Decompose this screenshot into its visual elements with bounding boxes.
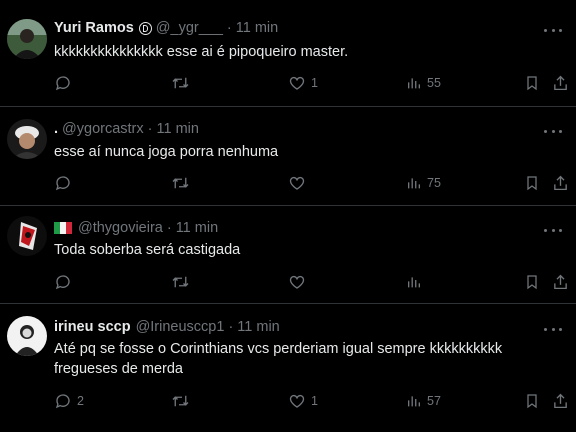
share-icon [554, 75, 567, 91]
reply-button[interactable]: 2 [54, 392, 84, 410]
tweet-actions: 75 [0, 174, 576, 194]
avatar[interactable] [7, 19, 47, 59]
share-button[interactable] [552, 392, 569, 410]
author-handle[interactable]: @thygovieira [78, 220, 163, 236]
tweet[interactable]: irineu sccp @Irineusccp1 · 11 min Até pq… [0, 304, 576, 432]
tweet-actions [0, 273, 576, 293]
avatar[interactable] [7, 316, 47, 356]
tweet-actions: 1 55 [0, 74, 576, 94]
bookmark-icon [527, 76, 537, 91]
retweet-icon [172, 77, 189, 89]
timestamp[interactable]: 11 min [237, 319, 279, 335]
italy-flag-icon [54, 222, 72, 234]
bookmark-button[interactable] [524, 273, 540, 291]
bookmark-icon [527, 176, 537, 191]
tweet-actions: 2 1 57 [0, 392, 576, 412]
author-name[interactable]: . [54, 121, 58, 137]
reply-button[interactable] [54, 273, 77, 291]
like-count: 1 [311, 394, 318, 408]
timestamp[interactable]: 11 min [156, 121, 198, 137]
tweet[interactable]: . @ygorcastrx · 11 min esse aí nunca jog… [0, 107, 576, 206]
retweet-icon [172, 177, 189, 189]
like-button[interactable]: 1 [288, 392, 318, 410]
verified-icon [138, 21, 152, 35]
author-handle[interactable]: @ygorcastrx [62, 121, 144, 137]
share-icon [554, 393, 567, 409]
views-button[interactable] [406, 273, 427, 291]
heart-icon [289, 176, 305, 190]
share-icon [554, 274, 567, 290]
like-button[interactable] [288, 273, 311, 291]
views-button[interactable]: 55 [406, 74, 441, 92]
retweet-icon [172, 395, 189, 407]
reply-icon [55, 275, 70, 290]
more-options-icon[interactable] [544, 24, 562, 36]
views-count: 75 [427, 176, 441, 190]
tweet[interactable]: Yuri Ramos @_ygr___ · 11 min kkkkkkkkkkk… [0, 0, 576, 107]
views-icon [408, 178, 420, 189]
tweet-text: esse aí nunca joga porra nenhuma [54, 144, 279, 160]
separator-dot: · [166, 220, 172, 236]
reply-button[interactable] [54, 174, 77, 192]
like-count: 1 [311, 76, 318, 90]
separator-dot: · [147, 121, 153, 137]
share-icon [554, 175, 567, 191]
timestamp[interactable]: 11 min [176, 220, 218, 236]
retweet-button[interactable] [171, 174, 195, 192]
retweet-button[interactable] [171, 74, 195, 92]
views-icon [408, 78, 420, 89]
more-options-icon[interactable] [544, 224, 562, 236]
author-name[interactable]: irineu sccp [54, 319, 131, 335]
views-icon [408, 277, 420, 288]
separator-dot: · [226, 20, 232, 36]
separator-dot: · [228, 319, 234, 335]
tweet-text: kkkkkkkkkkkkkkk esse ai é pipoqueiro mas… [54, 44, 349, 60]
author-handle[interactable]: @_ygr___ [156, 20, 223, 36]
retweet-button[interactable] [171, 392, 195, 410]
retweet-icon [172, 276, 189, 288]
avatar[interactable] [7, 216, 47, 256]
more-options-icon[interactable] [544, 125, 562, 137]
reply-icon [55, 76, 70, 91]
share-button[interactable] [552, 273, 569, 291]
heart-icon [289, 76, 305, 90]
like-button[interactable]: 1 [288, 74, 318, 92]
author-name[interactable]: Yuri Ramos [54, 20, 134, 36]
bookmark-button[interactable] [524, 74, 540, 92]
reply-count: 2 [77, 394, 84, 408]
more-options-icon[interactable] [544, 323, 562, 335]
reply-feed: Yuri Ramos @_ygr___ · 11 min kkkkkkkkkkk… [0, 0, 576, 432]
heart-icon [289, 394, 305, 408]
heart-icon [289, 275, 305, 289]
bookmark-button[interactable] [524, 392, 540, 410]
retweet-button[interactable] [171, 273, 195, 291]
bookmark-icon [527, 275, 537, 290]
views-button[interactable]: 75 [406, 174, 441, 192]
views-button[interactable]: 57 [406, 392, 441, 410]
tweet-text: Até pq se fosse o Corinthians vcs perder… [54, 341, 503, 377]
author-handle[interactable]: @Irineusccp1 [136, 319, 225, 335]
like-button[interactable] [288, 174, 311, 192]
bookmark-icon [527, 394, 537, 409]
avatar[interactable] [7, 119, 47, 159]
views-icon [408, 396, 420, 407]
bookmark-button[interactable] [524, 174, 540, 192]
timestamp[interactable]: 11 min [236, 20, 278, 36]
share-button[interactable] [552, 74, 569, 92]
reply-icon [55, 176, 70, 191]
views-count: 55 [427, 76, 441, 90]
reply-button[interactable] [54, 74, 77, 92]
tweet[interactable]: @thygovieira · 11 min Toda soberba será … [0, 206, 576, 304]
reply-icon [55, 394, 70, 409]
tweet-text: Toda soberba será castigada [54, 242, 241, 258]
share-button[interactable] [552, 174, 569, 192]
views-count: 57 [427, 394, 441, 408]
